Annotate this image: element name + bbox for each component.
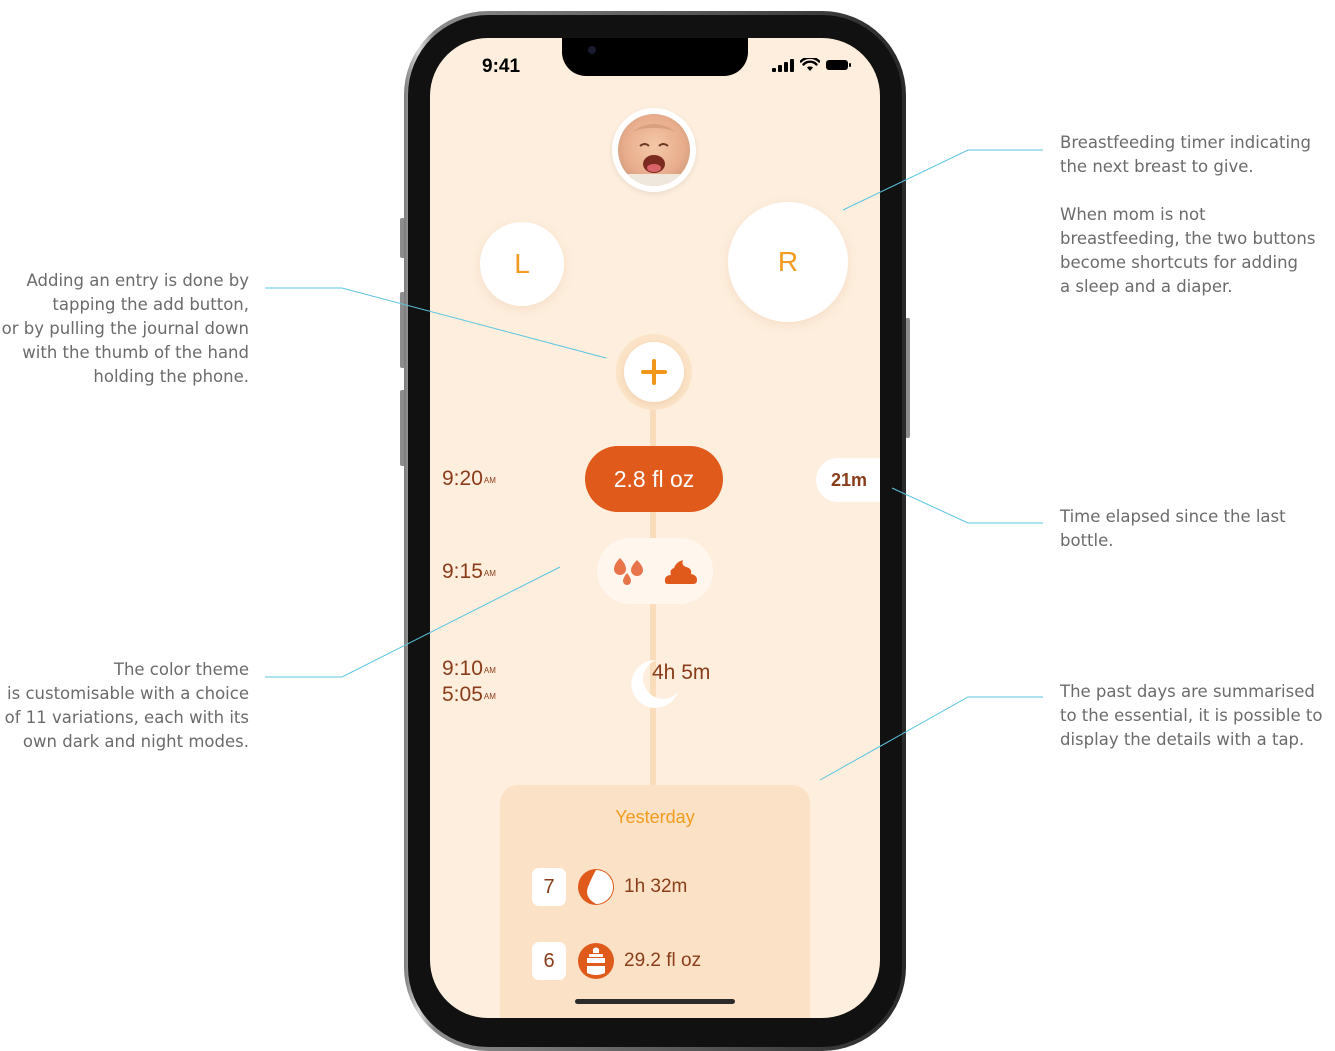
annotation-line: The color theme (113, 660, 249, 679)
annotation-line: tapping the add button, (52, 295, 249, 314)
annotation-elapsed: Time elapsed since the last bottle. (1060, 505, 1332, 553)
left-breast-button[interactable]: L (480, 222, 564, 306)
annotation-line: or by pulling the journal down (1, 319, 249, 338)
signal-icon (772, 58, 794, 72)
sleep-end-ampm: AM (483, 666, 496, 675)
breastfeeding-count: 7 (532, 868, 566, 906)
annotation-line: to the essential, it is possible to (1060, 706, 1323, 725)
sleep-duration: 4h 5m (652, 661, 711, 684)
summary-row-breastfeeding: 7 1h 32m (532, 867, 687, 907)
bottle-icon (578, 943, 614, 979)
yesterday-title: Yesterday (615, 807, 695, 827)
home-indicator[interactable] (575, 999, 735, 1004)
annotation-line: Time elapsed since the last (1060, 507, 1286, 526)
annotation-line: of 11 variations, each with its (4, 708, 249, 727)
diaper-time-value: 9:15 (442, 560, 483, 583)
annotation-mom-not-feeding: When mom is not breastfeeding, the two b… (1060, 203, 1332, 299)
annotation-past-days: The past days are summarised to the esse… (1060, 680, 1335, 752)
annotation-line: own dark and night modes. (22, 732, 249, 751)
annotation-line: The past days are summarised (1060, 682, 1315, 701)
plus-icon (641, 359, 667, 385)
battery-icon (826, 60, 851, 70)
camera-icon (588, 46, 596, 54)
annotation-adding-entry: Adding an entry is done by tapping the a… (0, 269, 249, 389)
bottle-entry[interactable]: 2.8 fl oz (585, 446, 723, 512)
annotation-breastfeeding: Breastfeeding timer indicating the next … (1060, 131, 1332, 179)
annotation-line: a sleep and a diaper. (1060, 277, 1233, 296)
connector-elapsed (891, 487, 1043, 524)
annotation-line: with the thumb of the hand (22, 343, 249, 362)
sleep-start-time: 5:05 (442, 683, 483, 706)
bottle-count: 6 (532, 942, 566, 980)
notch (562, 38, 748, 76)
baby-photo (618, 114, 690, 186)
elapsed-badge: 21m (816, 458, 880, 502)
right-breast-button[interactable]: R (728, 202, 848, 322)
annotation-line: breastfeeding, the two buttons (1060, 229, 1316, 248)
annotation-line: display the details with a tap. (1060, 730, 1305, 749)
sleep-start-ampm: AM (483, 692, 496, 701)
poop-icon (664, 560, 697, 584)
bottle-value: 29.2 fl oz (624, 950, 702, 971)
bottle-time: 9:20AM (442, 466, 496, 492)
right-breast-label: R (777, 246, 799, 277)
left-breast-label: L (514, 248, 530, 279)
annotation-color-theme: The color theme is customisable with a c… (0, 658, 249, 754)
wifi-icon (800, 58, 820, 71)
add-entry-button[interactable] (624, 342, 684, 402)
diaper-entry[interactable] (597, 538, 713, 604)
annotation-line: Adding an entry is done by (26, 271, 249, 290)
diaper-time-ampm: AM (483, 569, 496, 578)
breastfeeding-value: 1h 32m (624, 876, 688, 897)
diaper-time: 9:15AM (442, 559, 496, 585)
annotation-line: bottle. (1060, 531, 1114, 550)
pee-icon (614, 558, 643, 585)
elapsed-value: 21m (831, 469, 868, 490)
breastfeeding-icon (578, 869, 614, 905)
phone-screen: 9:41 L R 9:20AM 2.8 fl oz 21m 9:15AM 9:1… (430, 38, 880, 1018)
baby-avatar[interactable] (612, 108, 696, 192)
sleep-end-time: 9:10 (442, 657, 483, 680)
bottle-amount: 2.8 fl oz (613, 465, 695, 492)
annotation-line: Breastfeeding timer indicating (1060, 133, 1311, 152)
annotation-line: When mom is not (1060, 205, 1206, 224)
status-icons (772, 58, 851, 72)
annotation-line: become shortcuts for adding (1060, 253, 1299, 272)
sleep-time: 9:10AM 5:05AM (442, 656, 496, 708)
annotation-line: the next breast to give. (1060, 157, 1254, 176)
annotation-line: is customisable with a choice (7, 684, 249, 703)
annotation-line: holding the phone. (93, 367, 249, 386)
yesterday-summary-card[interactable]: Yesterday 7 1h 32m 6 29.2 fl oz (500, 785, 810, 1018)
bottle-time-ampm: AM (483, 476, 496, 485)
status-time: 9:41 (482, 56, 521, 77)
bottle-time-value: 9:20 (442, 467, 483, 490)
summary-row-bottle: 6 29.2 fl oz (532, 941, 701, 981)
